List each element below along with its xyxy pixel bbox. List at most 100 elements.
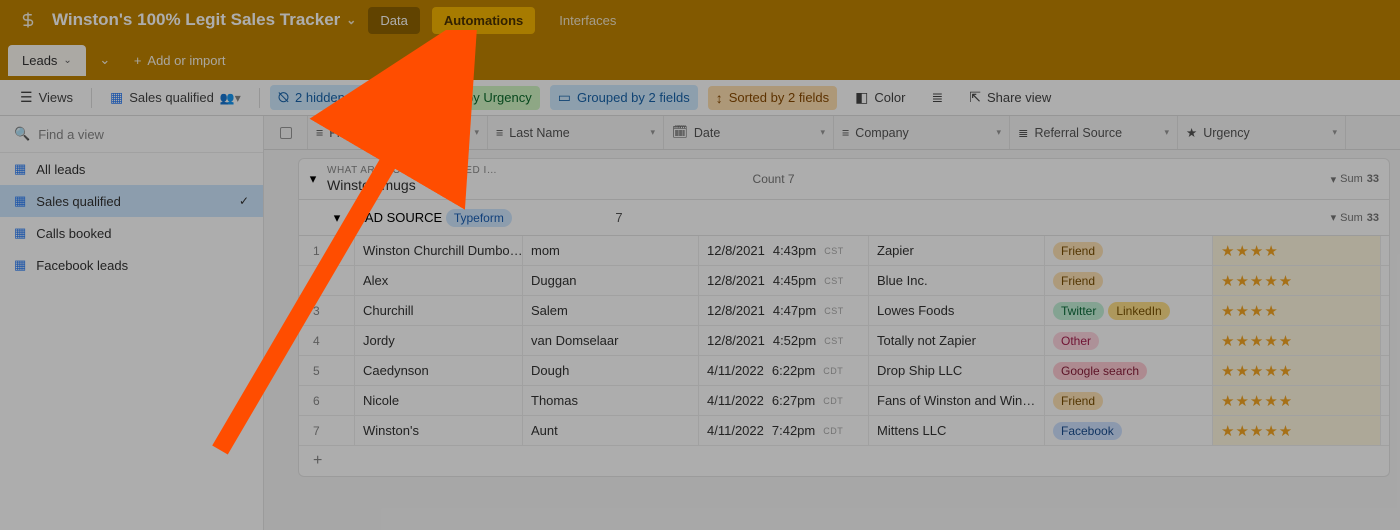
cell-company[interactable]: Zapier bbox=[869, 236, 1045, 265]
cell-urgency[interactable]: ★★★★★ bbox=[1213, 356, 1381, 385]
cell-referral[interactable]: Twitter LinkedIn bbox=[1045, 296, 1213, 325]
table-row[interactable]: 1 Winston Churchill Dumbo… mom 12/8/2021… bbox=[299, 236, 1389, 266]
cell-date[interactable]: 12/8/20214:52pmCST bbox=[699, 326, 869, 355]
cell-last-name[interactable]: mom bbox=[523, 236, 699, 265]
group-button[interactable]: ▭Grouped by 2 fields bbox=[550, 85, 698, 110]
referral-tag: Facebook bbox=[1053, 422, 1122, 440]
sidebar-item-label: Calls booked bbox=[36, 226, 111, 241]
cell-last-name[interactable]: Thomas bbox=[523, 386, 699, 415]
share-icon: ⇱ bbox=[969, 89, 981, 106]
add-or-import[interactable]: + Add or import bbox=[124, 47, 236, 74]
sidebar-item-label: Facebook leads bbox=[36, 258, 128, 273]
column-company[interactable]: ≡Company▾ bbox=[834, 116, 1010, 149]
row-height-icon: ≣ bbox=[931, 89, 943, 106]
group-header[interactable]: ▾ WHAT ARE YOU INTERESTED I… Winston mug… bbox=[298, 158, 1390, 200]
cell-company[interactable]: Totally not Zapier bbox=[869, 326, 1045, 355]
cell-first-name[interactable]: Winston's bbox=[355, 416, 523, 445]
table-row[interactable]: 2 Alex Duggan 12/8/20214:45pmCST Blue In… bbox=[299, 266, 1389, 296]
tab-automations[interactable]: Automations bbox=[432, 7, 535, 34]
cell-company[interactable]: Drop Ship LLC bbox=[869, 356, 1045, 385]
referral-tag: Friend bbox=[1053, 242, 1103, 260]
column-label: Last Name bbox=[509, 126, 569, 140]
cell-company[interactable]: Lowes Foods bbox=[869, 296, 1045, 325]
cell-first-name[interactable]: Alex bbox=[355, 266, 523, 295]
cell-referral[interactable]: Friend bbox=[1045, 386, 1213, 415]
sidebar-item-calls-booked[interactable]: ▦Calls booked bbox=[0, 217, 263, 249]
table-row[interactable]: 4 Jordy van Domselaar 12/8/20214:52pmCST… bbox=[299, 326, 1389, 356]
cell-urgency[interactable]: ★★★★★ bbox=[1213, 386, 1381, 415]
current-view[interactable]: ▦Sales qualified👥▾ bbox=[102, 85, 249, 110]
calendar-icon: 🗓 bbox=[672, 125, 688, 140]
base-title[interactable]: Winston's 100% Legit Sales Tracker ⌄ bbox=[52, 10, 356, 30]
tab-interfaces[interactable]: Interfaces bbox=[547, 7, 628, 34]
column-first-name[interactable]: ≡First Name▾ bbox=[308, 116, 488, 149]
cell-last-name[interactable]: Duggan bbox=[523, 266, 699, 295]
cell-last-name[interactable]: Aunt bbox=[523, 416, 699, 445]
table-tab-leads[interactable]: Leads ⌄ bbox=[8, 45, 86, 76]
cell-date[interactable]: 4/11/20226:22pmCDT bbox=[699, 356, 869, 385]
views-button[interactable]: ☰Views bbox=[12, 85, 81, 110]
cell-urgency[interactable]: ★★★★★ bbox=[1213, 416, 1381, 445]
group-count: Count 7 bbox=[753, 172, 809, 186]
cell-date[interactable]: 4/11/20226:27pmCDT bbox=[699, 386, 869, 415]
cell-urgency[interactable]: ★★★★★ bbox=[1213, 326, 1381, 355]
color-button[interactable]: ◧Color bbox=[847, 85, 913, 110]
cell-first-name[interactable]: Nicole bbox=[355, 386, 523, 415]
find-view-search[interactable]: 🔍 Find a view bbox=[0, 116, 263, 153]
table-row[interactable]: 6 Nicole Thomas 4/11/20226:27pmCDT Fans … bbox=[299, 386, 1389, 416]
table-row[interactable]: 7 Winston's Aunt 4/11/20227:42pmCDT Mitt… bbox=[299, 416, 1389, 446]
cell-urgency[interactable]: ★★★★★ bbox=[1213, 266, 1381, 295]
table-tab-more[interactable]: ⌄ bbox=[90, 46, 120, 74]
tab-data[interactable]: Data bbox=[368, 7, 419, 34]
cell-referral[interactable]: Friend bbox=[1045, 236, 1213, 265]
cell-company[interactable]: Blue Inc. bbox=[869, 266, 1045, 295]
share-view-button[interactable]: ⇱Share view bbox=[961, 85, 1059, 110]
hidden-fields-button[interactable]: ⦰2 hidden fields bbox=[270, 85, 387, 110]
cell-urgency[interactable]: ★★★★ bbox=[1213, 296, 1381, 325]
cell-last-name[interactable]: Salem bbox=[523, 296, 699, 325]
cell-date[interactable]: 12/8/20214:47pmCST bbox=[699, 296, 869, 325]
column-date[interactable]: 🗓Date▾ bbox=[664, 116, 834, 149]
cell-first-name[interactable]: Jordy bbox=[355, 326, 523, 355]
cell-company[interactable]: Mittens LLC bbox=[869, 416, 1045, 445]
collapse-icon[interactable]: ▾ bbox=[325, 210, 349, 226]
column-referral-source[interactable]: ≣Referral Source▾ bbox=[1010, 116, 1178, 149]
subgroup-tag: Typeform bbox=[446, 209, 512, 227]
text-icon: ≡ bbox=[316, 126, 323, 140]
sidebar-item-facebook-leads[interactable]: ▦Facebook leads bbox=[0, 249, 263, 281]
column-urgency[interactable]: ★Urgency▾ bbox=[1178, 116, 1346, 149]
text-icon: ≡ bbox=[842, 126, 849, 140]
sidebar-item-sales-qualified[interactable]: ▦Sales qualified✓ bbox=[0, 185, 263, 217]
referral-tag: Other bbox=[1053, 332, 1099, 350]
cell-first-name[interactable]: Churchill bbox=[355, 296, 523, 325]
cell-date[interactable]: 12/8/20214:43pmCST bbox=[699, 236, 869, 265]
cell-urgency[interactable]: ★★★★ bbox=[1213, 236, 1381, 265]
row-height-button[interactable]: ≣ bbox=[923, 85, 951, 110]
table-row[interactable]: 3 Churchill Salem 12/8/20214:47pmCST Low… bbox=[299, 296, 1389, 326]
cell-first-name[interactable]: Winston Churchill Dumbo… bbox=[355, 236, 523, 265]
cell-date[interactable]: 12/8/20214:45pmCST bbox=[699, 266, 869, 295]
cell-referral[interactable]: Other bbox=[1045, 326, 1213, 355]
subgroup-header[interactable]: ▾ LEAD SOURCE Typeform 7 ▾Sum 33 bbox=[298, 200, 1390, 236]
add-row-button[interactable]: + bbox=[299, 446, 1389, 476]
chevron-down-icon: ⌄ bbox=[63, 55, 71, 66]
cell-date[interactable]: 4/11/20227:42pmCDT bbox=[699, 416, 869, 445]
cell-last-name[interactable]: van Domselaar bbox=[523, 326, 699, 355]
sidebar-item-label: All leads bbox=[36, 162, 85, 177]
subgroup-field-label: LEAD SOURCE bbox=[349, 210, 442, 225]
cell-company[interactable]: Fans of Winston and Win… bbox=[869, 386, 1045, 415]
collapse-icon[interactable]: ▾ bbox=[299, 171, 327, 187]
cell-referral[interactable]: Facebook bbox=[1045, 416, 1213, 445]
select-all-checkbox[interactable] bbox=[264, 116, 308, 149]
filter-button[interactable]: ≡Filtered by Urgency bbox=[397, 86, 540, 110]
cell-first-name[interactable]: Caedynson bbox=[355, 356, 523, 385]
sort-button[interactable]: ↕Sorted by 2 fields bbox=[708, 86, 837, 110]
sidebar-item-all-leads[interactable]: ▦All leads bbox=[0, 153, 263, 185]
cell-referral[interactable]: Friend bbox=[1045, 266, 1213, 295]
cell-referral[interactable]: Google search bbox=[1045, 356, 1213, 385]
table-row[interactable]: 5 Caedynson Dough 4/11/20226:22pmCDT Dro… bbox=[299, 356, 1389, 386]
cell-last-name[interactable]: Dough bbox=[523, 356, 699, 385]
chevron-down-icon: ▾ bbox=[1164, 127, 1169, 138]
column-last-name[interactable]: ≡Last Name▾ bbox=[488, 116, 664, 149]
divider bbox=[259, 88, 260, 108]
